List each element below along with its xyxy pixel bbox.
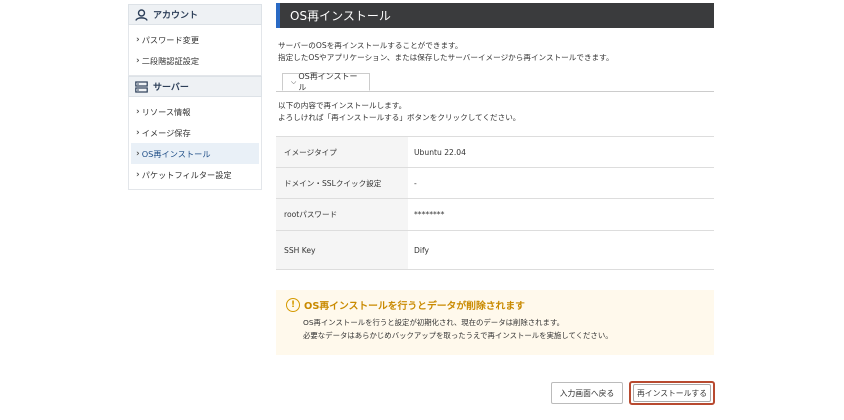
chevron-right-icon: › <box>136 106 140 117</box>
page-title: OS再インストール <box>276 3 714 28</box>
confirm-line: 以下の内容で再インストールします。 <box>278 101 407 110</box>
table-row: rootパスワード ******** <box>276 199 714 231</box>
sidebar-section-account: アカウント <box>128 4 262 25</box>
sidebar-section-label: サーバー <box>153 83 189 93</box>
tab-label: OS再インストール <box>298 72 358 92</box>
table-row: SSH Key Dify <box>276 231 714 270</box>
row-key: rootパスワード <box>276 199 408 230</box>
sidebar-item-label: 二段階認証設定 <box>141 55 200 66</box>
chevron-right-icon: › <box>136 127 140 138</box>
back-to-input-button[interactable]: 入力画面へ戻る <box>551 382 623 404</box>
sidebar-server-group: › リソース情報 › イメージ保存 › OS再インストール › パケットフィルタ… <box>128 97 262 190</box>
warning-title: OS再インストールを行うとデータが削除されます <box>304 301 525 312</box>
details-table: イメージタイプ Ubuntu 22.04 ドメイン・SSLクイック設定 - ro… <box>276 136 714 270</box>
chevron-right-icon: › <box>136 55 140 66</box>
sidebar-item-label: パケットフィルター設定 <box>141 169 232 180</box>
main-content: OS再インストール サーバーのOSを再インストールすることができます。 指定した… <box>276 3 714 355</box>
row-key: SSH Key <box>276 231 408 269</box>
row-key: イメージタイプ <box>276 137 408 167</box>
sidebar-item-label: イメージ保存 <box>141 127 191 138</box>
row-value: ******** <box>414 210 445 219</box>
sidebar-item-label: OS再インストール <box>141 148 211 159</box>
chevron-right-icon: › <box>136 148 140 159</box>
sidebar-item-label: リソース情報 <box>141 106 191 117</box>
action-buttons: 入力画面へ戻る 再インストールする <box>551 381 715 405</box>
reinstall-button-label: 再インストールする <box>633 384 711 402</box>
warning-line: OS再インストールを行うと設定が初期化され、現在のデータは削除されます。 <box>303 318 564 327</box>
warning-line: 必要なデータはあらかじめバックアップを取ったうえで再インストールを実施してくださ… <box>303 331 613 340</box>
description-line: 指定したOSやアプリケーション、または保存したサーバーイメージから再インストール… <box>278 53 614 62</box>
warning-box: ! OS再インストールを行うとデータが削除されます OS再インストールを行うと設… <box>276 290 714 355</box>
user-icon <box>135 8 148 21</box>
warning-body: OS再インストールを行うと設定が初期化され、現在のデータは削除されます。 必要な… <box>286 316 704 342</box>
sidebar-item-2fa[interactable]: › 二段階認証設定 <box>131 50 259 71</box>
chevron-right-icon: › <box>136 34 140 45</box>
confirm-line: よろしければ「再インストールする」ボタンをクリックしてください。 <box>278 113 521 122</box>
sidebar-item-image-save[interactable]: › イメージ保存 <box>131 122 259 143</box>
confirm-message: 以下の内容で再インストールします。 よろしければ「再インストールする」ボタンをク… <box>276 100 714 124</box>
row-key: ドメイン・SSLクイック設定 <box>276 168 408 198</box>
sidebar: アカウント › パスワード変更 › 二段階認証設定 サーバー › リソース情報 … <box>128 4 262 190</box>
table-row: ドメイン・SSLクイック設定 - <box>276 168 714 199</box>
row-value: Ubuntu 22.04 <box>414 147 466 157</box>
row-value: - <box>414 178 417 188</box>
reinstall-button[interactable]: 再インストールする <box>629 381 715 405</box>
description-line: サーバーのOSを再インストールすることができます。 <box>278 41 463 50</box>
page-description: サーバーのOSを再インストールすることができます。 指定したOSやアプリケーショ… <box>276 40 714 64</box>
table-row: イメージタイプ Ubuntu 22.04 <box>276 137 714 168</box>
row-value: Dify <box>414 245 429 255</box>
sidebar-section-server: サーバー <box>128 76 262 97</box>
chevron-right-icon: › <box>136 169 140 180</box>
exclamation-icon: ! <box>286 298 300 312</box>
sidebar-item-packet-filter[interactable]: › パケットフィルター設定 <box>131 164 259 185</box>
sidebar-item-resources[interactable]: › リソース情報 <box>131 101 259 122</box>
warning-heading: ! OS再インストールを行うとデータが削除されます <box>286 298 704 312</box>
sidebar-item-password[interactable]: › パスワード変更 <box>131 29 259 50</box>
tab-bar: ⌵ OS再インストール <box>276 72 714 92</box>
sidebar-item-os-reinstall[interactable]: › OS再インストール <box>131 143 259 164</box>
chevron-down-icon: ⌵ <box>291 77 297 86</box>
sidebar-item-label: パスワード変更 <box>141 34 200 45</box>
sidebar-account-group: › パスワード変更 › 二段階認証設定 <box>128 25 262 76</box>
tab-os-reinstall[interactable]: ⌵ OS再インストール <box>282 72 370 92</box>
sidebar-section-label: アカウント <box>153 11 199 21</box>
server-icon <box>135 80 148 93</box>
